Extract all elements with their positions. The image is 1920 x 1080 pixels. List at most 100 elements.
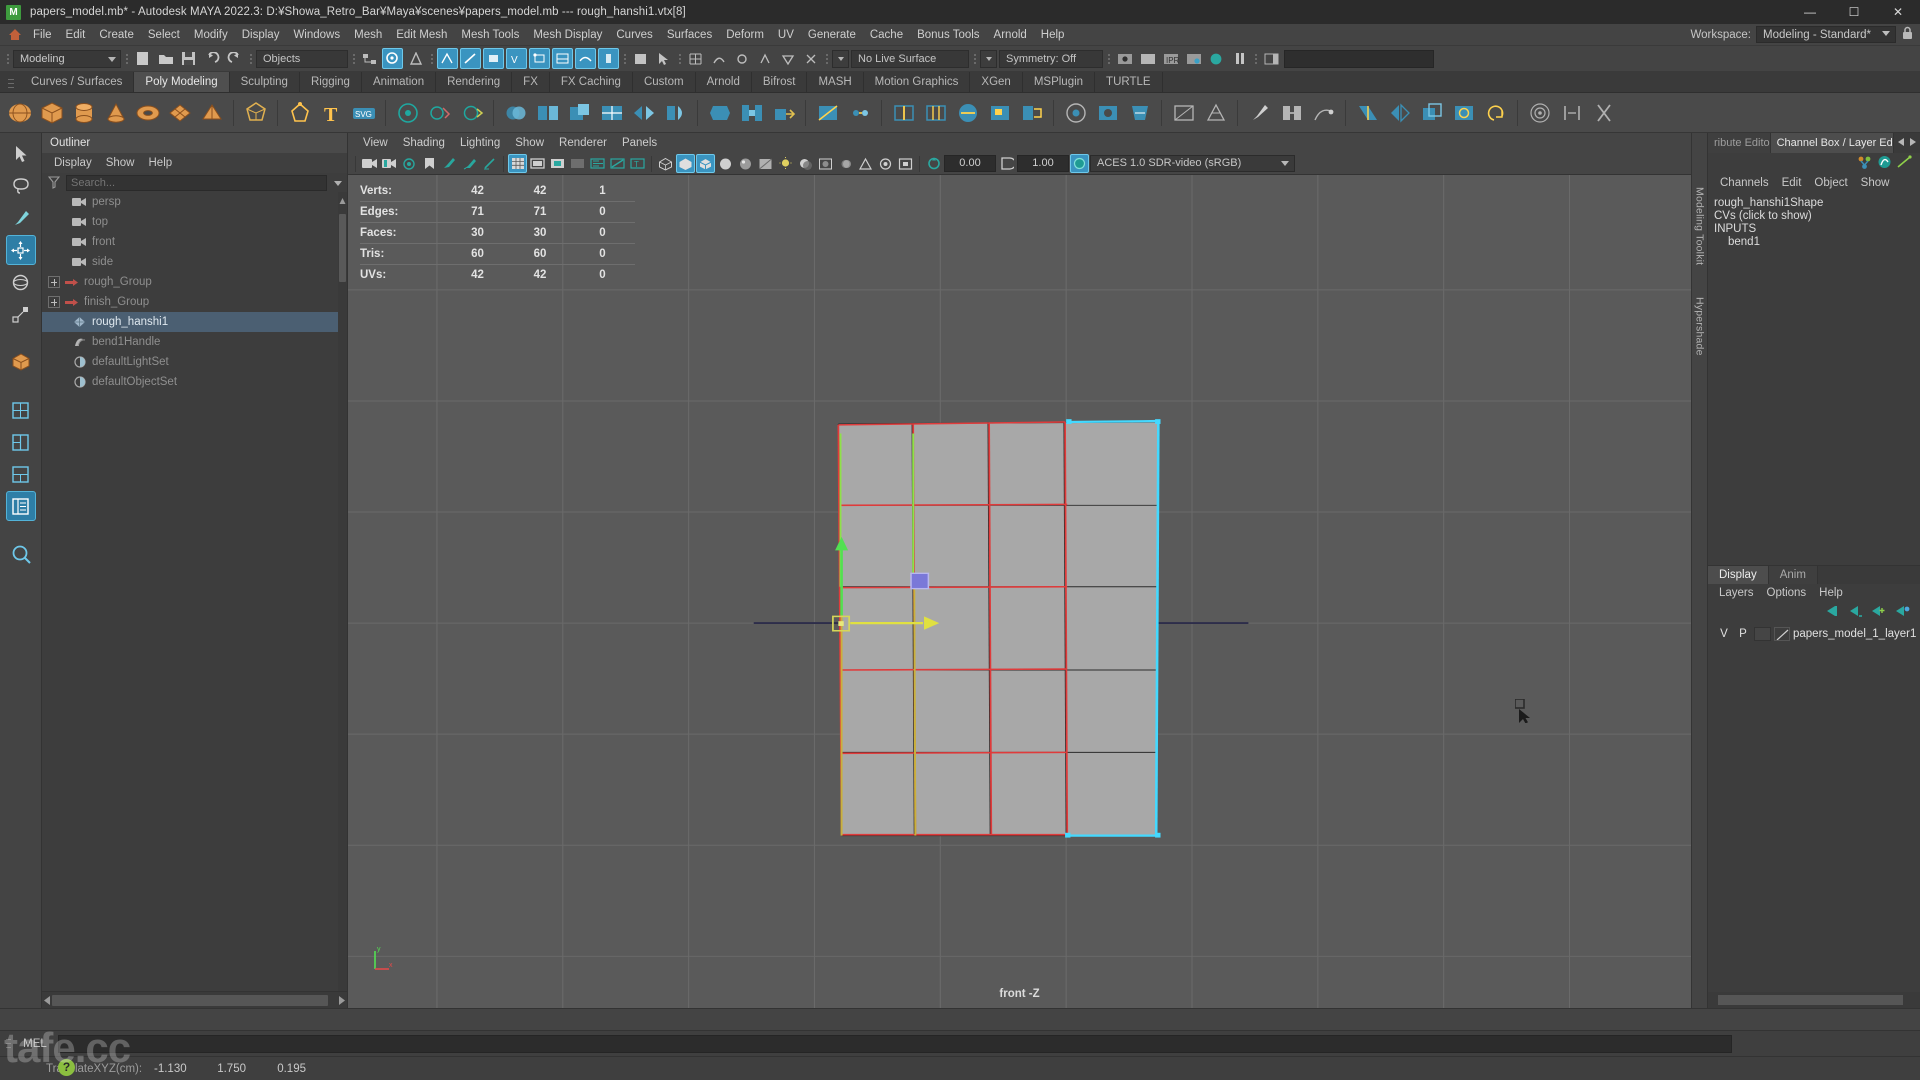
select-by-component-icon[interactable] xyxy=(405,48,426,69)
toolbar-grip-9[interactable] xyxy=(971,49,978,69)
poly-cylinder-icon[interactable] xyxy=(68,97,99,129)
channel-box-content[interactable]: rough_hanshi1Shape CVs (click to show) I… xyxy=(1708,193,1920,565)
component-misc-icon[interactable] xyxy=(598,48,619,69)
ipr-render-icon[interactable]: IPR xyxy=(1160,48,1181,69)
move-layer-down-icon[interactable] xyxy=(1847,605,1862,620)
snap-to-view-icon[interactable] xyxy=(777,48,798,69)
shade-with-wireframe-icon[interactable] xyxy=(696,154,715,173)
view-transform-icon[interactable] xyxy=(608,154,627,173)
minimize-button[interactable]: — xyxy=(1788,0,1832,24)
relax-tool-icon[interactable] xyxy=(456,97,487,129)
soft-select-icon[interactable] xyxy=(1524,97,1555,129)
menu-modify[interactable]: Modify xyxy=(187,25,235,45)
menu-cache[interactable]: Cache xyxy=(863,25,910,45)
isolate-select-icon[interactable] xyxy=(896,154,915,173)
exposure-control-icon[interactable] xyxy=(588,154,607,173)
viewport-menu-show[interactable]: Show xyxy=(508,136,551,150)
mirror-cut-icon[interactable] xyxy=(1384,97,1415,129)
snap-to-grid-icon[interactable] xyxy=(685,48,706,69)
shelf-tab-animation[interactable]: Animation xyxy=(361,72,437,92)
scrollbar-thumb[interactable] xyxy=(339,214,346,282)
multi-cut-icon[interactable] xyxy=(812,97,843,129)
component-edge-icon[interactable] xyxy=(460,48,481,69)
outliner-menu-help[interactable]: Help xyxy=(143,156,179,170)
screen-space-ao-icon[interactable] xyxy=(816,154,835,173)
snap-to-uv-icon[interactable] xyxy=(800,48,821,69)
mirror-icon[interactable] xyxy=(628,97,659,129)
menu-windows[interactable]: Windows xyxy=(286,25,347,45)
scroll-right-arrow-icon[interactable] xyxy=(337,995,346,1006)
target-weld-icon[interactable] xyxy=(844,97,875,129)
close-button[interactable]: ✕ xyxy=(1876,0,1920,24)
outliner-item-bend1handle[interactable]: bend1Handle xyxy=(42,332,347,352)
extrude-icon[interactable] xyxy=(768,97,799,129)
undo-button[interactable] xyxy=(201,48,222,69)
help-icon[interactable]: ? xyxy=(58,1059,75,1076)
shelf-tab-bifrost[interactable]: Bifrost xyxy=(751,72,808,92)
tab-scroll-right-icon[interactable] xyxy=(1908,137,1917,150)
menu-surfaces[interactable]: Surfaces xyxy=(660,25,719,45)
snap-to-projected-icon[interactable] xyxy=(754,48,775,69)
filter-icon[interactable] xyxy=(46,175,62,191)
shadows-icon[interactable] xyxy=(796,154,815,173)
render-settings-icon[interactable] xyxy=(1183,48,1204,69)
scale-tool-button[interactable] xyxy=(6,299,36,329)
grease-pencil-icon[interactable] xyxy=(460,154,479,173)
depth-of-field-icon[interactable] xyxy=(876,154,895,173)
reduce-icon[interactable] xyxy=(1124,97,1155,129)
create-text-icon[interactable]: T xyxy=(316,97,347,129)
paint-weights-icon[interactable] xyxy=(1308,97,1339,129)
shelf-tab-msplugin[interactable]: MSPlugin xyxy=(1022,72,1096,92)
toolbar-grip-4[interactable] xyxy=(350,49,357,69)
menu-arnold[interactable]: Arnold xyxy=(987,25,1034,45)
shelf-tab-poly-modeling[interactable]: Poly Modeling xyxy=(134,72,230,92)
gamma-reset-icon[interactable] xyxy=(997,154,1016,173)
shelf-tab-arnold[interactable]: Arnold xyxy=(695,72,752,92)
camera-attributes-icon[interactable] xyxy=(380,154,399,173)
viewport-menu-renderer[interactable]: Renderer xyxy=(552,136,614,150)
color-profile-select[interactable]: ACES 1.0 SDR-video (sRGB) xyxy=(1090,155,1295,172)
menu-uv[interactable]: UV xyxy=(771,25,801,45)
channel-box-icon[interactable] xyxy=(1877,155,1892,172)
toggle-gate-mask-icon[interactable] xyxy=(568,154,587,173)
hypershade-icon[interactable] xyxy=(1206,48,1227,69)
layer-list[interactable]: V P papers_model_1_layer1 xyxy=(1708,622,1920,992)
tab-anim-layers[interactable]: Anim xyxy=(1768,565,1818,584)
menu-bonus-tools[interactable]: Bonus Tools xyxy=(910,25,986,45)
toolbar-grip-8[interactable] xyxy=(823,49,830,69)
chamfer-vertex-icon[interactable] xyxy=(1060,97,1091,129)
component-uv-icon[interactable]: V xyxy=(506,48,527,69)
graph-editor-icon[interactable] xyxy=(1897,154,1912,172)
tab-display-layers[interactable]: Display xyxy=(1708,565,1769,584)
quad-draw-icon[interactable] xyxy=(984,97,1015,129)
search-dropdown-icon[interactable] xyxy=(331,175,345,191)
layer-state-box[interactable] xyxy=(1754,626,1771,641)
layer-menu-layers[interactable]: Layers xyxy=(1713,586,1760,600)
search-input[interactable] xyxy=(66,174,327,191)
shelf-tab-rigging[interactable]: Rigging xyxy=(299,72,362,92)
shelf-tab-curves-surfaces[interactable]: Curves / Surfaces xyxy=(20,72,135,92)
outliner-persp-layout-button[interactable] xyxy=(5,491,36,521)
outliner-item-top[interactable]: top xyxy=(42,212,347,232)
viewport-menu-lighting[interactable]: Lighting xyxy=(453,136,507,150)
poly-sphere-icon[interactable] xyxy=(4,97,35,129)
workspace-select[interactable]: Modeling - Standard* xyxy=(1756,26,1896,43)
outliner-item-defaultlightset[interactable]: defaultLightSet xyxy=(42,352,347,372)
wireframe-shading-icon[interactable] xyxy=(656,154,675,173)
toolbar-grip-6[interactable] xyxy=(621,49,628,69)
layer-row[interactable]: V P papers_model_1_layer1 xyxy=(1708,625,1920,643)
show-render-view-icon[interactable] xyxy=(1114,48,1135,69)
layer-playback-label[interactable]: P xyxy=(1735,628,1751,640)
sculpt-tool-icon[interactable] xyxy=(392,97,423,129)
circularize-icon[interactable] xyxy=(1448,97,1479,129)
insert-edge-loop-icon[interactable] xyxy=(888,97,919,129)
outliner-item-front[interactable]: front xyxy=(42,232,347,252)
layer-visibility-label[interactable]: V xyxy=(1716,628,1732,640)
outliner-horizontal-scrollbar[interactable] xyxy=(42,991,347,1008)
menu-generate[interactable]: Generate xyxy=(801,25,863,45)
shelf-tab-mash[interactable]: MASH xyxy=(807,72,864,92)
offset-edge-loop-icon[interactable] xyxy=(920,97,951,129)
extract-icon[interactable] xyxy=(564,97,595,129)
use-all-lights-icon[interactable] xyxy=(776,154,795,173)
home-icon[interactable] xyxy=(4,26,26,44)
